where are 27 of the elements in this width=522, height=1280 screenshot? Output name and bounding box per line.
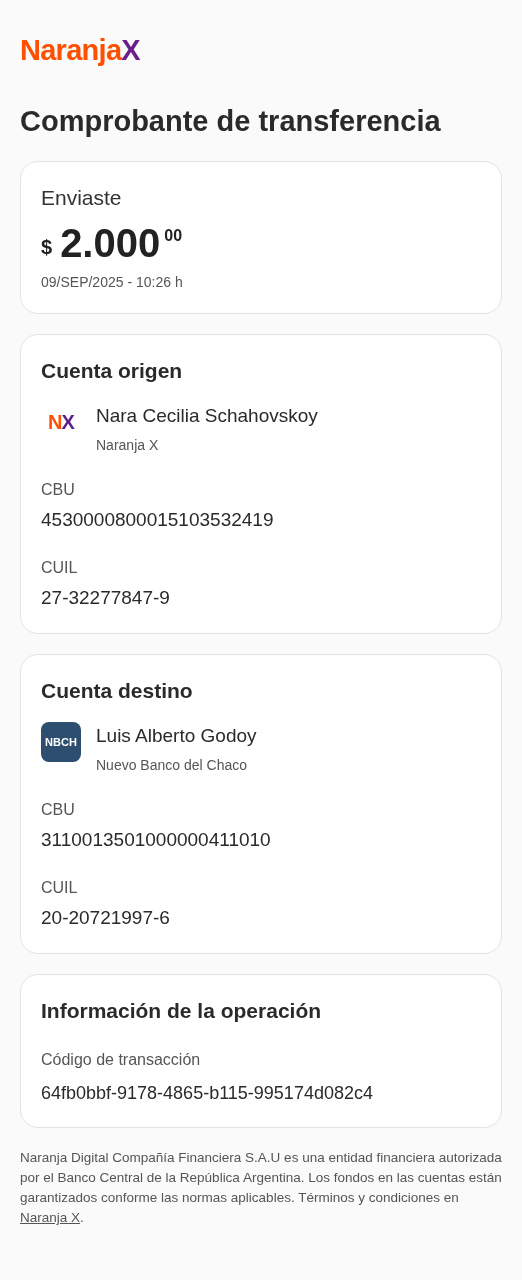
field-value: 4530000800015103532419 — [41, 507, 275, 532]
section-heading: Información de la operación — [41, 997, 323, 1024]
field-value: 3110013501000000411010 — [41, 827, 272, 852]
field-value: 27-32277847-9 — [41, 586, 171, 611]
field-value: 20-20721997-6 — [41, 906, 171, 931]
logo-icon: NX — [41, 402, 81, 443]
account-holder-name: Nara Cecilia Schahovskoy — [96, 404, 318, 429]
field-label: CBU — [41, 799, 76, 820]
legal-disclaimer: Naranja Digital Compañía Financiera S.A.U es una entidad financiera autorizada por el Banco Central de la República Argentina. Los fondos en las cuentas están garantizados conforme las normas aplicables. Términos y condiciones en Naranja X. — [20, 1149, 502, 1228]
bank-name: Naranja X — [96, 435, 160, 455]
date-time: 09/SEP/2025 - 10:26 h — [41, 272, 184, 292]
field-label: CUIL — [41, 558, 79, 579]
field-label: CUIL — [41, 878, 79, 899]
bank-name: Nuevo Banco del Chaco — [96, 755, 248, 775]
page-title: Comprobante de transferencia — [20, 104, 442, 139]
currency-symbol: $ — [41, 234, 53, 260]
bank-logo-icon: NBCH — [41, 722, 81, 763]
field-label: Código de transacción — [41, 1050, 202, 1071]
section-heading: Cuenta destino — [41, 677, 194, 704]
account-holder-name: Luis Alberto Godoy — [96, 724, 257, 749]
field-value: 64fb0bbf-9178-4865-b115-995174d082c4 — [41, 1082, 374, 1106]
sent-label: Enviaste — [41, 185, 123, 212]
amount: 2.000 — [60, 219, 161, 267]
section-heading: Cuenta origen — [41, 357, 184, 384]
field-label: CBU — [41, 479, 76, 500]
logo: NaranjaX — [20, 36, 140, 65]
amount-cents: 00 — [164, 225, 183, 246]
